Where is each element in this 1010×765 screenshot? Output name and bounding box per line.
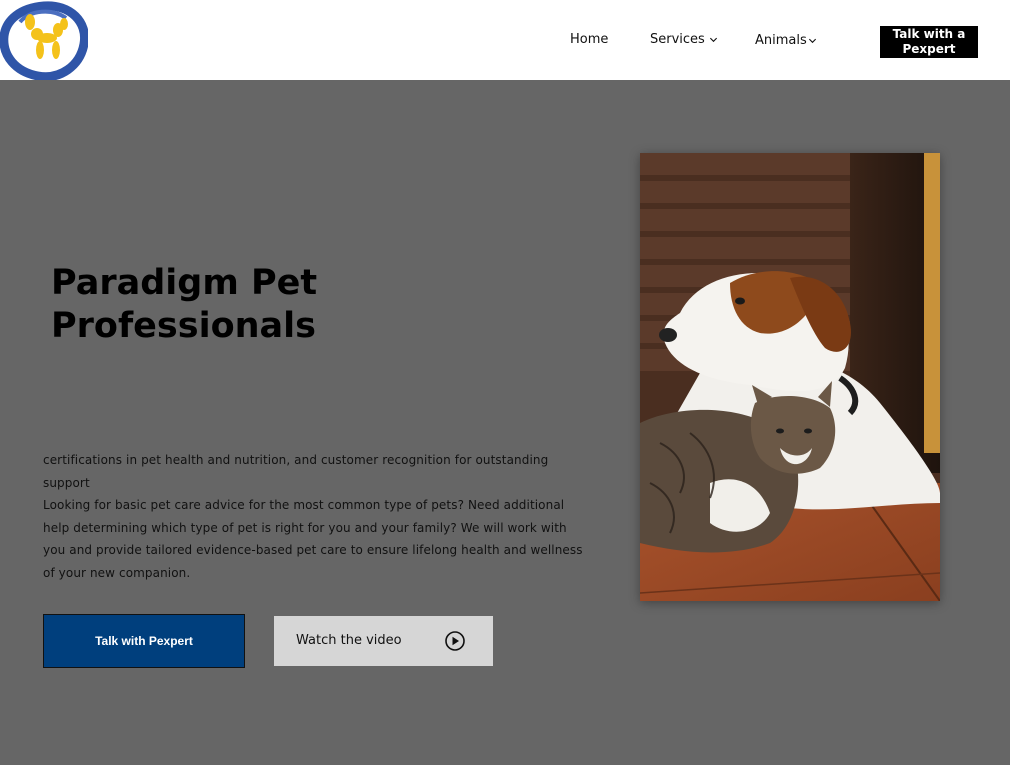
cta-line-1: Talk with a <box>892 27 966 41</box>
cta-line-2: Pexpert <box>902 42 956 56</box>
balloon-dog-logo-icon <box>0 1 90 82</box>
play-circle-icon <box>445 631 465 651</box>
nav-animals-label: Animals <box>755 33 807 48</box>
nav-services-label: Services <box>650 32 705 47</box>
site-logo[interactable] <box>0 0 90 82</box>
nav-home[interactable]: Home <box>570 32 608 47</box>
nav-services[interactable]: Services <box>650 32 718 47</box>
talk-with-pexpert-header-button[interactable]: Talk with a Pexpert <box>880 26 978 58</box>
hero-title: Paradigm Pet Professionals <box>51 262 317 348</box>
hero-title-line-1: Paradigm Pet <box>51 263 318 303</box>
dog-and-cat-image <box>640 153 940 601</box>
hero-title-line-2: Professionals <box>51 306 316 346</box>
hero-description: certifications in pet health and nutriti… <box>43 449 603 584</box>
nav-home-label: Home <box>570 32 609 47</box>
watch-video-label: Watch the video <box>296 633 402 648</box>
hero-paragraph-1: certifications in pet health and nutriti… <box>43 453 549 490</box>
site-header: Home Services Animals Talk with a Pexper… <box>0 0 1010 82</box>
chevron-down-icon <box>709 37 717 43</box>
nav-animals[interactable]: Animals <box>755 33 817 48</box>
watch-video-button[interactable]: Watch the video <box>274 616 493 666</box>
talk-with-pexpert-button[interactable]: Talk with Pexpert <box>43 614 245 668</box>
chevron-down-icon <box>808 38 816 44</box>
dog-and-cat-photo <box>640 153 940 601</box>
talk-with-pexpert-label: Talk with Pexpert <box>95 634 193 648</box>
hero-paragraph-2: Looking for basic pet care advice for th… <box>43 498 583 580</box>
